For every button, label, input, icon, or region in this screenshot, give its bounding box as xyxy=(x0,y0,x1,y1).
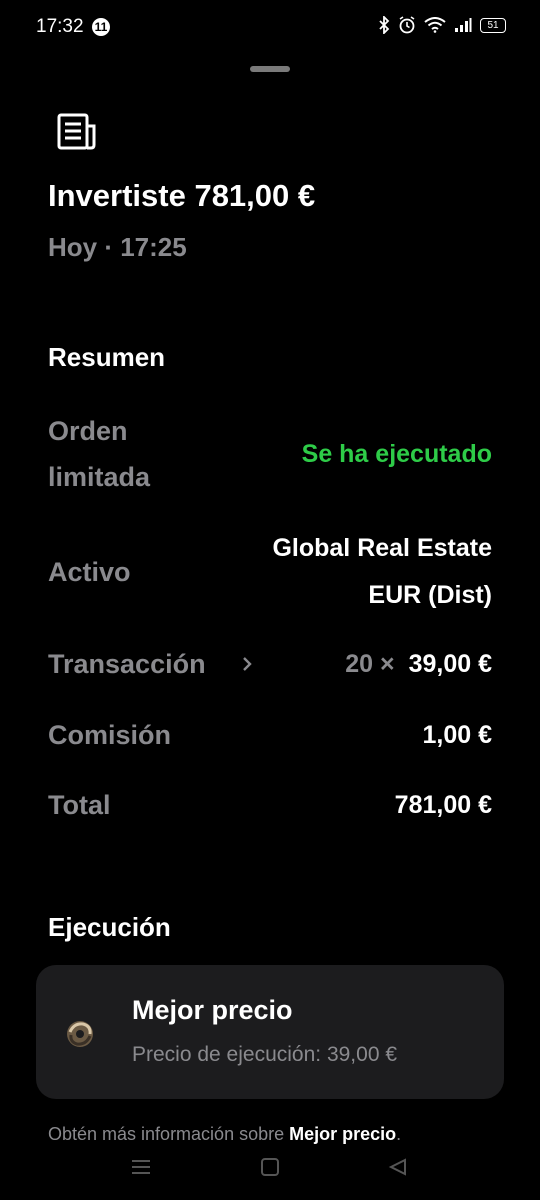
transaction-price: 39,00 € xyxy=(408,650,492,678)
best-price-card[interactable]: Mejor precio Precio de ejecución: 39,00 … xyxy=(36,965,504,1099)
status-time: 17:32 xyxy=(36,16,84,37)
footer-end: . xyxy=(396,1124,402,1144)
order-type-label: Orden limitada xyxy=(48,416,151,492)
total-label: Total xyxy=(48,790,111,820)
notification-badge: 11 xyxy=(92,18,110,36)
best-price-title: Mejor precio xyxy=(132,995,293,1025)
transaction-date: Hoy · 17:25 xyxy=(48,232,187,262)
transaction-quantity: 20 × xyxy=(345,650,395,678)
best-price-link[interactable]: Mejor precio xyxy=(289,1124,396,1144)
home-icon[interactable] xyxy=(260,1158,280,1176)
document-icon xyxy=(57,113,96,150)
menu-icon[interactable] xyxy=(131,1158,151,1176)
battery-icon: 51 xyxy=(480,17,506,33)
execution-heading: Ejecución xyxy=(48,912,171,942)
status-bar: 17:32 11 51 xyxy=(0,0,540,54)
system-nav-bar xyxy=(0,1150,540,1190)
footer-info: Obtén más información sobre Mejor precio… xyxy=(48,1124,401,1145)
asset-label: Activo xyxy=(48,557,131,587)
chevron-right-icon[interactable] xyxy=(241,656,253,672)
signal-icon xyxy=(455,18,472,32)
footer-text: Obtén más información sobre xyxy=(48,1124,290,1144)
commission-value: 1,00 € xyxy=(422,721,492,749)
execution-price: Precio de ejecución: 39,00 € xyxy=(132,1043,398,1066)
back-icon[interactable] xyxy=(388,1158,408,1176)
wifi-icon xyxy=(424,17,446,33)
transaction-label[interactable]: Transacción xyxy=(48,641,206,687)
sheet-drag-handle[interactable] xyxy=(250,66,290,72)
order-status: Se ha ejecutado xyxy=(301,440,492,468)
total-value: 781,00 € xyxy=(394,791,492,819)
transaction-value: 20 × 39,00 € xyxy=(345,641,492,687)
commission-label: Comisión xyxy=(48,720,172,750)
bluetooth-icon xyxy=(379,16,390,34)
alarm-icon xyxy=(399,16,415,34)
exchange-logo-icon xyxy=(67,1021,93,1047)
asset-value: Global Real Estate EUR (Dist) xyxy=(272,534,492,609)
page-title: Invertiste 781,00 € xyxy=(48,178,316,213)
status-icons: 51 xyxy=(378,16,506,34)
summary-heading: Resumen xyxy=(48,342,166,372)
